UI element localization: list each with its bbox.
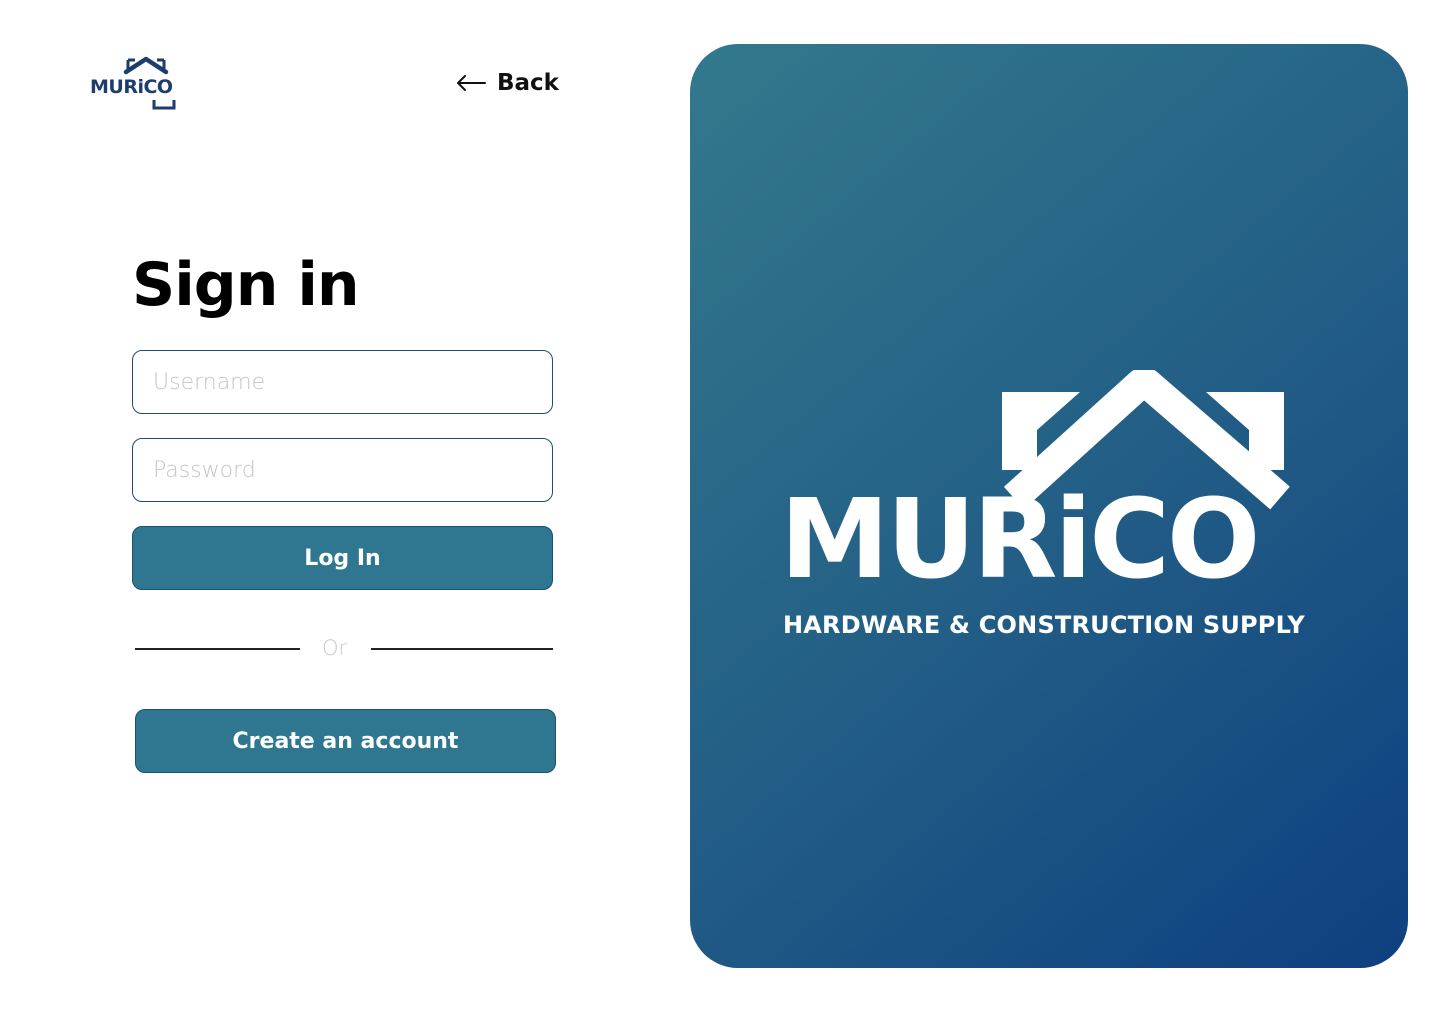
back-button[interactable]: Back — [455, 64, 559, 102]
username-input[interactable] — [132, 350, 553, 414]
login-button[interactable]: Log In — [132, 526, 553, 590]
create-account-label: Create an account — [232, 728, 459, 754]
brand-tagline: HARDWARE & CONSTRUCTION SUPPLY — [783, 611, 1305, 639]
divider-line-left — [135, 648, 300, 650]
page-title: Sign in — [132, 250, 360, 320]
login-button-label: Log In — [304, 545, 381, 571]
logo-wordmark: MURiCO — [90, 76, 173, 98]
password-input[interactable] — [132, 438, 553, 502]
divider-line-right — [371, 648, 553, 650]
brand-wordmark: MURiCO — [780, 475, 1260, 603]
arrow-left-icon — [457, 75, 486, 91]
brand-panel: MURiCO HARDWARE & CONSTRUCTION SUPPLY — [690, 44, 1408, 968]
create-account-button[interactable]: Create an account — [135, 709, 556, 773]
header-logo[interactable]: MURiCO — [88, 56, 184, 112]
divider-or-text: Or — [322, 636, 348, 660]
back-label: Back — [497, 70, 559, 96]
